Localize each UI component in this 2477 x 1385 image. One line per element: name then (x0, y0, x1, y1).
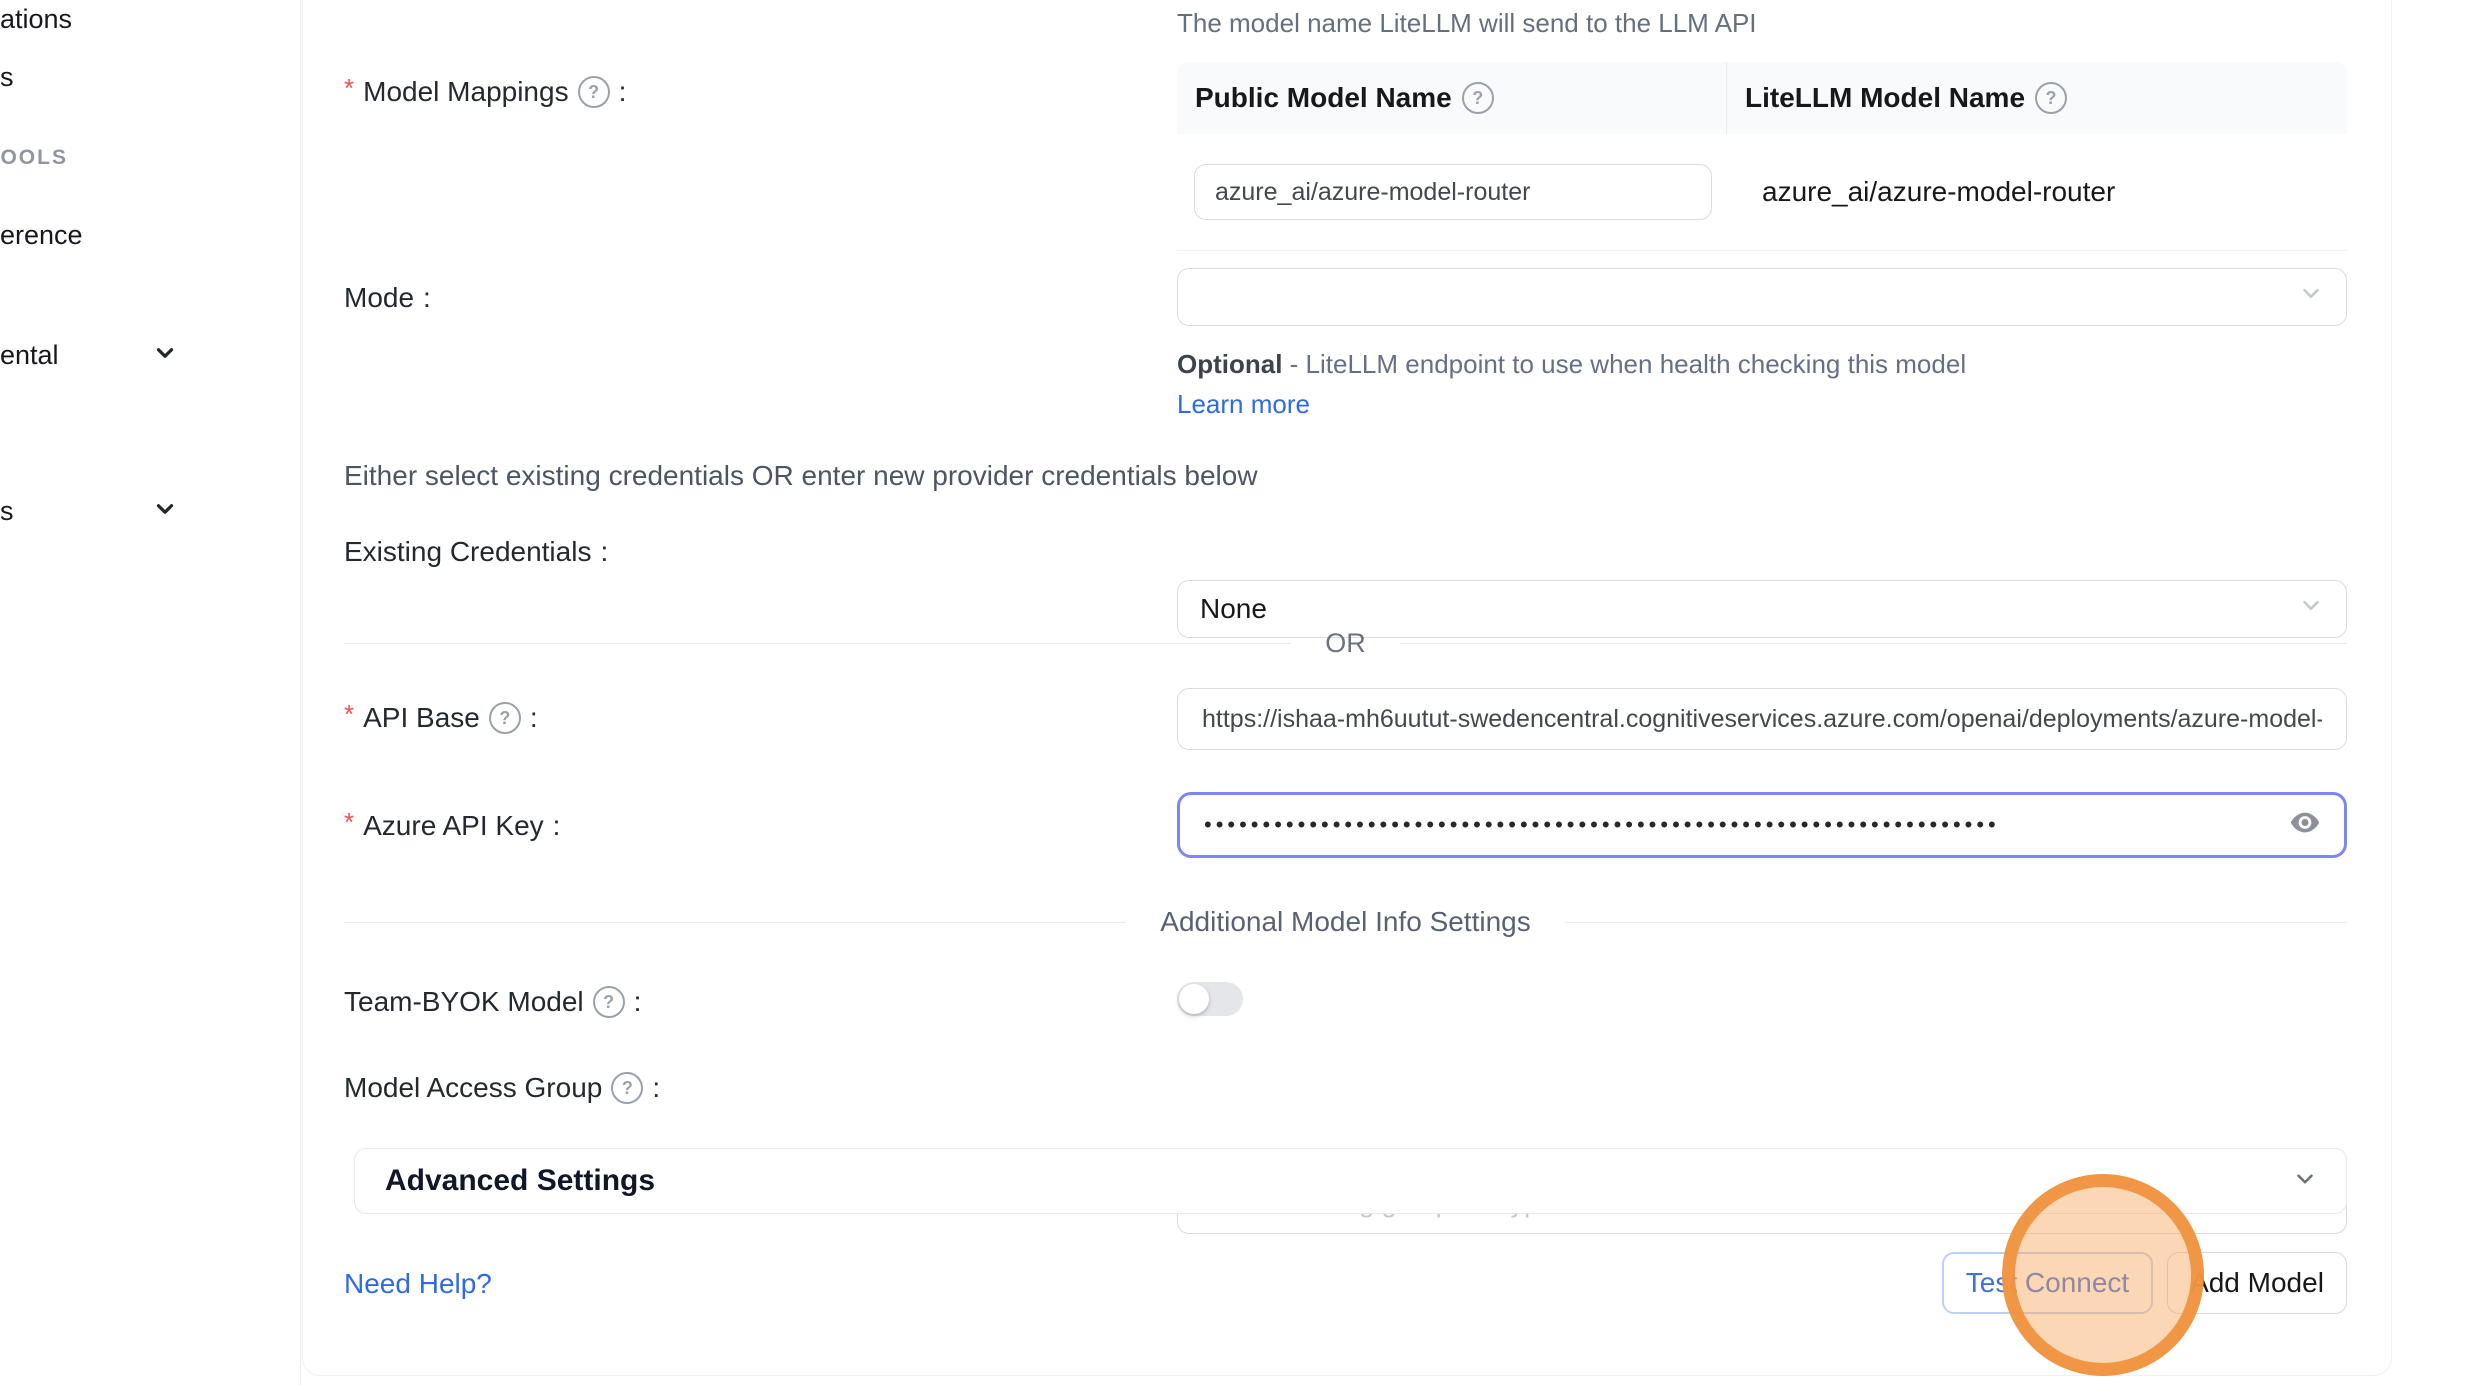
model-access-group-label: Model Access Group ? : (344, 1072, 660, 1104)
chevron-down-icon (2298, 281, 2324, 314)
divider-line (344, 643, 1291, 644)
divider-text: Additional Model Info Settings (1160, 906, 1530, 938)
sidebar-item-organizations[interactable]: ations (0, 4, 72, 35)
need-help-link[interactable]: Need Help? (344, 1268, 492, 1300)
sidebar-item-settings[interactable]: s (0, 496, 14, 527)
chevron-down-icon (152, 496, 178, 522)
label-text: Existing Credentials (344, 536, 591, 568)
sidebar-item-experimental[interactable]: ental (0, 340, 59, 371)
advanced-settings-title: Advanced Settings (385, 1164, 655, 1198)
azure-api-key-label: * Azure API Key : (344, 810, 560, 842)
help-icon[interactable]: ? (2035, 82, 2067, 114)
required-marker: * (344, 701, 354, 727)
help-icon[interactable]: ? (1462, 82, 1494, 114)
model-mappings-table: Public Model Name ? LiteLLM Model Name ?… (1177, 62, 2347, 251)
table-header-row: Public Model Name ? LiteLLM Model Name ? (1177, 62, 2347, 134)
sidebar-section-label: TOOLS (0, 146, 68, 169)
existing-credentials-label: Existing Credentials : (344, 536, 608, 568)
sidebar-item-label: s (0, 62, 14, 92)
model-mappings-label: * Model Mappings ? : (344, 76, 626, 108)
sidebar-item-label: s (0, 496, 14, 526)
sidebar-item-label: ental (0, 340, 59, 370)
team-byok-toggle[interactable] (1177, 982, 1243, 1016)
table-row: azure_ai/azure-model-router (1177, 134, 2347, 250)
button-label: Test Connect (1966, 1267, 2129, 1299)
colon: : (553, 810, 561, 842)
colon: : (619, 76, 627, 108)
hint-text: - LiteLLM endpoint to use when health ch… (1290, 349, 1966, 379)
divider-line (1400, 643, 2347, 644)
litellm-model-name-value: azure_ai/azure-model-router (1762, 176, 2115, 208)
colon: : (600, 536, 608, 568)
button-label: Add Model (2190, 1267, 2324, 1299)
sidebar-item-inference[interactable]: erence (0, 220, 83, 251)
selected-value: None (1200, 593, 1267, 625)
help-icon[interactable]: ? (489, 702, 521, 734)
add-model-page: ations s TOOLS erence ental s The model … (0, 0, 2477, 1385)
model-name-note: The model name LiteLLM will send to the … (1177, 8, 1757, 39)
team-byok-label: Team-BYOK Model ? : (344, 986, 641, 1018)
divider-text: OR (1325, 628, 1366, 659)
chevron-down-icon (2292, 1166, 2318, 1197)
learn-more-link[interactable]: Learn more (1177, 389, 1310, 419)
additional-info-divider: Additional Model Info Settings (344, 906, 2347, 938)
label-text: API Base (363, 702, 480, 734)
public-model-name-input[interactable] (1194, 164, 1712, 220)
label-text: Model Access Group (344, 1072, 602, 1104)
label-text: Model Mappings (363, 76, 568, 108)
credentials-note: Either select existing credentials OR en… (344, 460, 1258, 492)
sidebar-item-label: ations (0, 4, 72, 34)
mode-select[interactable] (1177, 268, 2347, 326)
toggle-knob (1179, 984, 1209, 1014)
divider-line (1565, 922, 2347, 923)
mode-label: Mode : (344, 282, 431, 314)
mode-hint: Optional - LiteLLM endpoint to use when … (1177, 344, 2027, 424)
column-header-public-model-name: Public Model Name ? (1177, 62, 1727, 134)
label-text: Mode (344, 282, 414, 314)
sidebar-item-2[interactable]: s (0, 62, 14, 93)
masked-key-value: ••••••••••••••••••••••••••••••••••••••••… (1204, 812, 2000, 838)
api-base-label: * API Base ? : (344, 702, 538, 734)
header-text: LiteLLM Model Name (1745, 82, 2025, 114)
required-marker: * (344, 809, 354, 835)
or-divider: OR (344, 628, 2347, 659)
colon: : (634, 986, 642, 1018)
api-base-input[interactable] (1177, 688, 2347, 750)
test-connect-button[interactable]: Test Connect (1942, 1252, 2153, 1314)
header-text: Public Model Name (1195, 82, 1452, 114)
colon: : (530, 702, 538, 734)
colon: : (423, 282, 431, 314)
azure-api-key-field[interactable]: ••••••••••••••••••••••••••••••••••••••••… (1177, 792, 2347, 858)
sidebar-section-tools: TOOLS (0, 146, 68, 170)
divider-line (344, 922, 1126, 923)
label-text: Team-BYOK Model (344, 986, 584, 1018)
label-text: Azure API Key (363, 810, 544, 842)
column-header-litellm-model-name: LiteLLM Model Name ? (1727, 62, 2067, 134)
help-icon[interactable]: ? (593, 986, 625, 1018)
colon: : (652, 1072, 660, 1104)
eye-icon[interactable] (2288, 806, 2322, 845)
advanced-settings-panel[interactable]: Advanced Settings (354, 1148, 2347, 1214)
add-model-button[interactable]: Add Model (2167, 1252, 2347, 1314)
chevron-down-icon (152, 340, 178, 366)
hint-bold: Optional (1177, 349, 1282, 379)
help-icon[interactable]: ? (611, 1072, 643, 1104)
help-icon[interactable]: ? (578, 76, 610, 108)
required-marker: * (344, 75, 354, 101)
sidebar: ations s TOOLS erence ental s (0, 0, 301, 1385)
sidebar-item-label: erence (0, 220, 83, 250)
chevron-down-icon (2298, 593, 2324, 626)
